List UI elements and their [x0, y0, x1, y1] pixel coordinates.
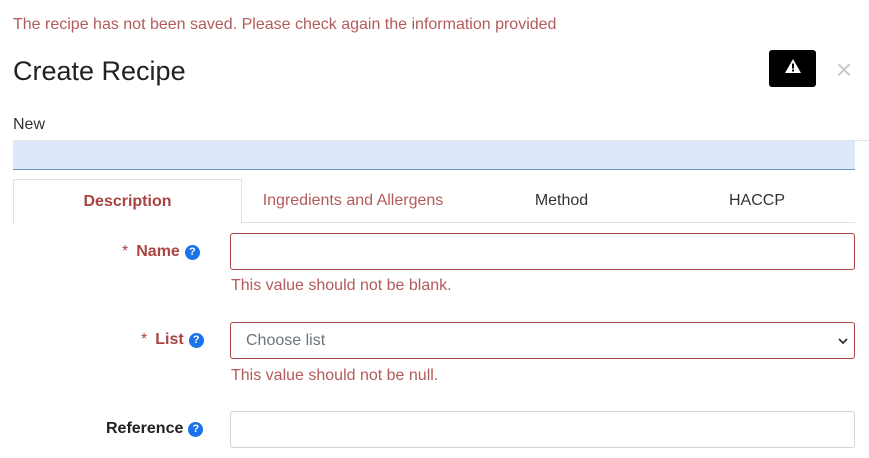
reference-input[interactable] [230, 411, 855, 448]
tab-haccp[interactable]: HACCP [659, 179, 855, 223]
name-error-message: This value should not be blank. [231, 277, 452, 294]
chevron-down-icon [837, 334, 849, 346]
warning-button[interactable] [769, 50, 816, 87]
required-marker: * [122, 243, 129, 260]
name-label: * Name ? [122, 243, 200, 261]
close-button[interactable]: × [832, 56, 856, 84]
help-icon[interactable]: ? [184, 244, 200, 260]
list-select[interactable]: Choose list [230, 322, 855, 359]
list-error-message: This value should not be null. [231, 367, 439, 384]
tab-method[interactable]: Method [464, 179, 659, 223]
error-alert-message: The recipe has not been saved. Please ch… [13, 16, 557, 33]
name-label-text: Name [136, 243, 180, 260]
tab-ingredients-allergens[interactable]: Ingredients and Allergens [242, 179, 464, 223]
list-label-text: List [155, 331, 184, 348]
name-input[interactable] [230, 233, 855, 270]
required-marker: * [141, 331, 148, 348]
modal-title: Create Recipe [13, 56, 186, 86]
reference-label-text: Reference [106, 420, 184, 437]
list-select-value[interactable]: Choose list [230, 322, 855, 359]
recipe-status-label: New [13, 116, 46, 133]
help-icon[interactable]: ? [188, 332, 204, 348]
tab-description[interactable]: Description [13, 179, 242, 224]
list-label: * List ? [141, 331, 204, 349]
help-icon[interactable]: ? [188, 421, 204, 437]
reference-label: Reference ? [106, 420, 204, 438]
warning-triangle-icon [784, 58, 802, 79]
info-strip [13, 141, 855, 170]
recipe-tabs: Description Ingredients and Allergens Me… [13, 179, 855, 224]
